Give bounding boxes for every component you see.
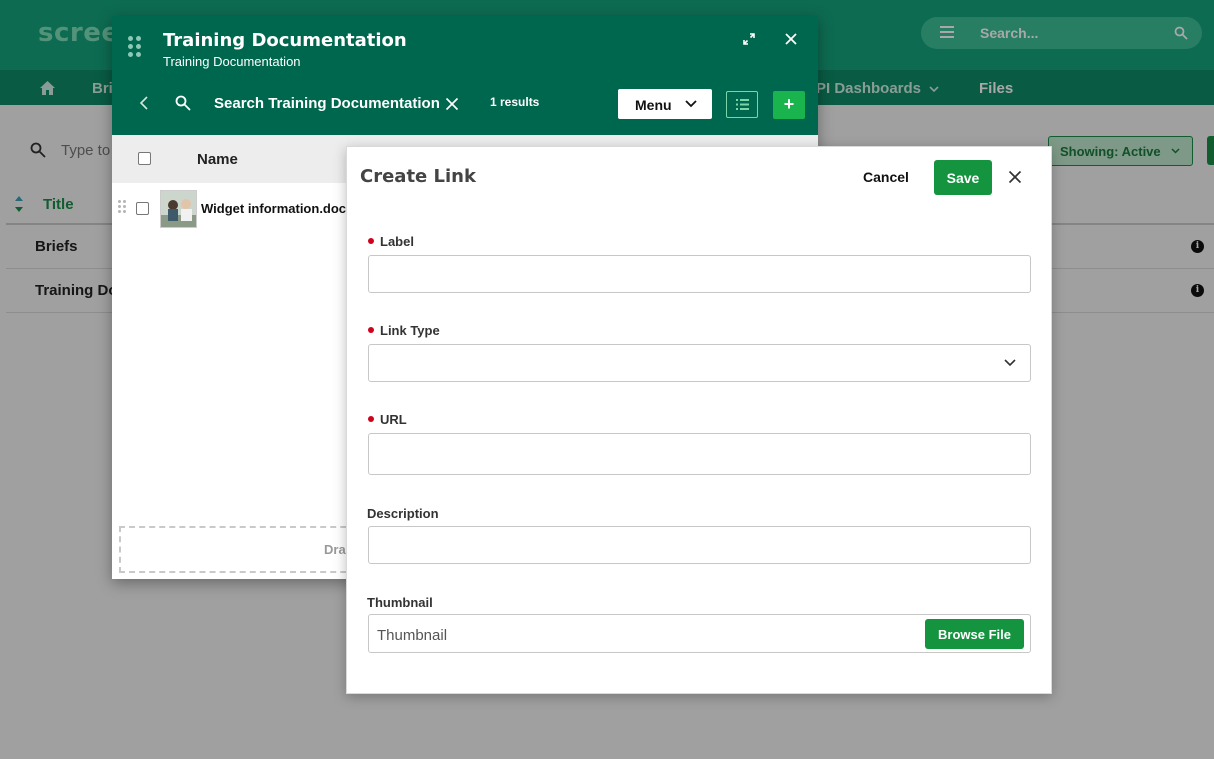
results-count: 1 results [490, 95, 540, 109]
create-link-dialog: Create Link Cancel Save Label Link Type … [346, 146, 1052, 694]
chevron-down-icon [1004, 359, 1016, 367]
plus-icon: + [783, 94, 795, 114]
label-field-label: Label [367, 234, 414, 249]
label-input[interactable] [368, 255, 1031, 293]
list-view-button[interactable] [726, 91, 758, 118]
menu-button[interactable]: Menu [618, 89, 712, 119]
panel-title: Training Documentation [163, 30, 407, 51]
browse-file-button[interactable]: Browse File [925, 619, 1024, 649]
panel-search-input[interactable]: Search Training Documentation [214, 95, 440, 112]
panel-subtitle: Training Documentation [163, 54, 301, 69]
thumbnail-field-label: Thumbnail [367, 595, 433, 610]
dialog-title: Create Link [360, 166, 476, 187]
drag-handle-icon[interactable] [118, 200, 126, 214]
name-column-header[interactable]: Name [197, 151, 238, 168]
thumbnail-placeholder: Thumbnail [377, 627, 448, 644]
drop-zone-text: Dra [324, 542, 346, 557]
add-button[interactable]: + [773, 91, 805, 119]
drag-handle-icon[interactable] [128, 36, 142, 60]
select-all-checkbox[interactable] [138, 152, 151, 165]
close-icon[interactable] [445, 97, 459, 111]
file-thumbnail [160, 190, 197, 228]
url-field-label: URL [367, 412, 407, 427]
url-input[interactable] [368, 433, 1031, 475]
thumbnail-field[interactable]: Thumbnail Browse File [368, 614, 1031, 653]
link-type-field-label: Link Type [367, 323, 440, 338]
expand-icon[interactable] [743, 33, 755, 45]
list-view-icon [736, 99, 749, 110]
link-type-select[interactable] [368, 344, 1031, 382]
close-icon[interactable] [1008, 170, 1022, 184]
description-field-label: Description [367, 506, 439, 521]
save-button[interactable]: Save [934, 160, 992, 195]
file-name[interactable]: Widget information.doc [201, 201, 346, 216]
row-checkbox[interactable] [136, 202, 149, 215]
chevron-down-icon [685, 100, 697, 108]
description-input[interactable] [368, 526, 1031, 564]
search-icon[interactable] [175, 95, 191, 111]
menu-button-label: Menu [635, 97, 672, 113]
file-panel-header: Training Documentation Training Document… [112, 16, 818, 135]
back-icon[interactable] [139, 96, 149, 110]
cancel-button[interactable]: Cancel [863, 169, 909, 185]
close-icon[interactable] [784, 32, 798, 46]
